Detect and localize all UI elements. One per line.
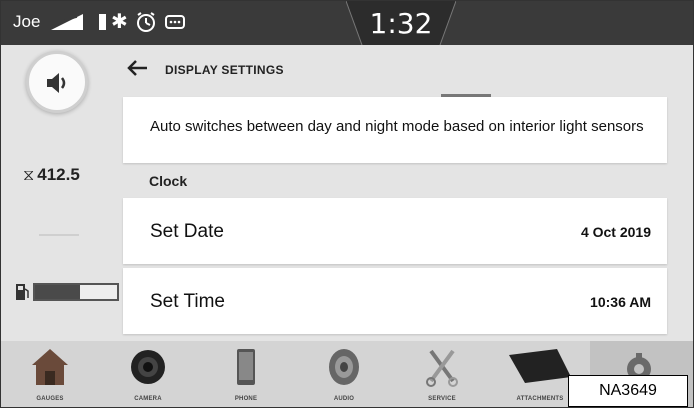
speaker-icon xyxy=(47,73,66,93)
screen: Joe ✱ 1:32 ⧖ 412.5 DISPLAY SETTINGS Auto… xyxy=(0,0,694,408)
fuel-level-fill xyxy=(35,285,81,299)
signal-icon xyxy=(51,14,83,30)
status-bar: Joe ✱ 1:32 xyxy=(1,1,693,45)
nav-label-phone: PHONE xyxy=(234,396,258,402)
auto-mode-description: Auto switches between day and night mode… xyxy=(123,97,667,163)
alarm-clock-icon xyxy=(137,12,155,32)
section-title-clock: Clock xyxy=(149,173,188,189)
scroll-track xyxy=(671,97,693,341)
set-time-row[interactable]: Set Time 10:36 AM xyxy=(123,268,667,334)
page-title: DISPLAY SETTINGS xyxy=(165,63,284,77)
message-icon xyxy=(165,15,185,29)
figure-label: NA3649 xyxy=(568,375,688,407)
settings-list: Auto switches between day and night mode… xyxy=(119,97,669,341)
page-header: DISPLAY SETTINGS xyxy=(119,45,693,97)
volume-button[interactable] xyxy=(26,51,88,113)
left-rail: ⧖ 412.5 xyxy=(1,45,119,341)
clock-display[interactable]: 1:32 xyxy=(346,1,456,45)
bucket-icon xyxy=(509,349,571,383)
tools-icon xyxy=(426,349,458,387)
clock-time: 1:32 xyxy=(369,7,433,40)
speaker-cone-icon xyxy=(329,349,359,385)
nav-gauges[interactable]: GAUGES xyxy=(1,341,99,407)
engine-hours: ⧖ 412.5 xyxy=(23,165,80,185)
arrow-left-icon[interactable] xyxy=(125,55,151,81)
nav-audio[interactable]: AUDIO xyxy=(295,341,393,407)
nav-label-gauges: GAUGES xyxy=(36,396,64,402)
nav-phone[interactable]: PHONE xyxy=(197,341,295,407)
set-date-label: Set Date xyxy=(150,221,224,242)
set-date-row[interactable]: Set Date 4 Oct 2019 xyxy=(123,198,667,264)
fuel-pump-icon xyxy=(16,284,29,300)
fuel-level-bar xyxy=(33,283,119,301)
user-name: Joe xyxy=(13,12,41,31)
nav-camera[interactable]: CAMERA xyxy=(99,341,197,407)
date-value: 4 Oct 2019 xyxy=(580,224,651,240)
phone-icon xyxy=(237,349,255,385)
set-time-label: Set Time xyxy=(150,291,225,312)
nav-service[interactable]: SERVICE xyxy=(393,341,491,407)
time-value: 10:36 AM xyxy=(590,294,651,310)
engine-hours-value: 412.5 xyxy=(37,165,80,184)
nav-label-service: SERVICE xyxy=(428,396,456,402)
nav-label-camera: CAMERA xyxy=(134,396,162,402)
camera-icon xyxy=(131,350,165,384)
battery-icon xyxy=(99,14,106,30)
nav-label-audio: AUDIO xyxy=(333,396,355,402)
bluetooth-icon: ✱ xyxy=(111,11,128,33)
house-icon xyxy=(32,349,68,385)
hourglass-icon: ⧖ xyxy=(23,167,35,184)
rail-divider xyxy=(39,234,79,236)
